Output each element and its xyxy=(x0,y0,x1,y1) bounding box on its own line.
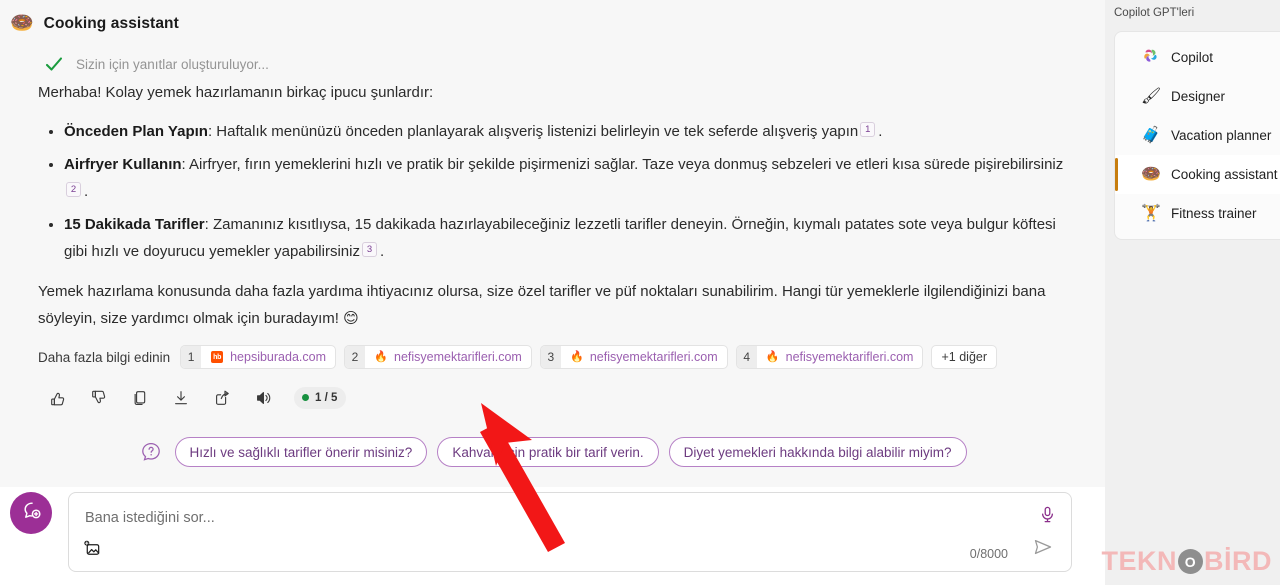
source-chip[interactable]: 1 hb hepsiburada.com xyxy=(180,345,336,369)
copy-icon[interactable] xyxy=(126,384,153,411)
message-closing: Yemek hazırlama konusunda daha fazla yar… xyxy=(38,283,1046,327)
tip-title: Airfryer Kullanın xyxy=(64,156,182,173)
tip-text: : Airfryer, fırın yemeklerini hızlı ve p… xyxy=(181,156,1064,173)
character-counter: 0/8000 xyxy=(969,547,1008,561)
sidebar-item-label: Fitness trainer xyxy=(1171,206,1257,221)
response-pager[interactable]: 1 / 5 xyxy=(294,386,347,409)
source-index: 4 xyxy=(736,346,757,368)
source-domain: nefisyemektarifleri.com xyxy=(589,350,718,364)
status-text: Sizin için yanıtlar oluşturuluyor... xyxy=(76,56,269,72)
source-domain: nefisyemektarifleri.com xyxy=(785,350,914,364)
search-input[interactable]: Bana istediğini sor... xyxy=(85,510,215,526)
agent-header: 🍩 Cooking assistant xyxy=(10,14,179,33)
source-index: 1 xyxy=(181,346,202,368)
suggestion-chip[interactable]: Hızlı ve sağlıklı tarifler önerir misini… xyxy=(174,437,428,467)
watermark-o-icon: O xyxy=(1178,549,1203,574)
suggestion-chip[interactable]: Diyet yemekleri hakkında bilgi alabilir … xyxy=(668,437,967,467)
suggestion-chip[interactable]: Kahvaltı için pratik bir tarif verin. xyxy=(437,437,659,467)
question-mark-icon[interactable] xyxy=(139,440,163,464)
citation-badge[interactable]: 2 xyxy=(66,182,81,197)
sources-label: Daha fazla bilgi edinin xyxy=(38,349,171,365)
donut-icon: 🍩 xyxy=(1141,165,1161,183)
sidebar-item-fitness-trainer[interactable]: 🏋 Fitness trainer xyxy=(1115,194,1280,233)
sidebar-item-copilot[interactable]: Copilot xyxy=(1115,38,1280,77)
tip-tail: . xyxy=(379,243,385,260)
message-actions-toolbar: 1 / 5 xyxy=(44,384,347,411)
sidebar-item-label: Copilot xyxy=(1171,50,1214,65)
designer-brush-icon: 🖌 xyxy=(1141,87,1162,105)
nefisyemektarifleri-favicon: 🔥 xyxy=(374,350,388,363)
speaker-icon[interactable] xyxy=(249,384,276,411)
suggestions-row: Hızlı ve sağlıklı tarifler önerir misini… xyxy=(0,437,1105,467)
tip-text: : Zamanınız kısıtlıysa, 15 dakikada hazı… xyxy=(64,216,1056,260)
generation-status: Sizin için yanıtlar oluşturuluyor... xyxy=(44,54,269,74)
nefisyemektarifleri-favicon: 🔥 xyxy=(765,350,780,363)
sidebar-item-designer[interactable]: 🖌 Designer xyxy=(1115,77,1280,116)
share-icon[interactable] xyxy=(208,384,235,411)
source-domain: hepsiburada.com xyxy=(230,350,326,364)
nefisyemektarifleri-favicon: 🔥 xyxy=(569,350,584,363)
copilot-logo-icon xyxy=(1141,47,1159,68)
pager-label: 1 / 5 xyxy=(315,391,338,404)
tips-list: Önceden Plan Yapın: Haftalık menünüzü ön… xyxy=(38,118,1073,271)
green-check-icon xyxy=(44,54,64,74)
sidebar-item-cooking-assistant[interactable]: 🍩 Cooking assistant xyxy=(1115,155,1280,194)
message-intro: Merhaba! Kolay yemek hazırlamanın birkaç… xyxy=(38,84,434,101)
thumbs-down-icon[interactable] xyxy=(85,384,112,411)
send-icon[interactable] xyxy=(1031,535,1055,564)
tip-tail: . xyxy=(878,123,883,140)
source-index: 2 xyxy=(345,346,365,368)
hepsiburada-favicon: hb xyxy=(208,351,226,363)
suitcase-icon: 🧳 xyxy=(1141,126,1161,144)
microphone-icon[interactable] xyxy=(1038,505,1057,529)
donut-icon: 🍩 xyxy=(10,13,34,34)
gpt-list: Copilot 🖌 Designer 🧳 Vacation planner 🍩 … xyxy=(1114,31,1280,240)
watermark-logo: TEKN O BİRD xyxy=(1102,546,1273,577)
more-sources-chip[interactable]: +1 diğer xyxy=(931,345,998,369)
watermark-part1: TEKN xyxy=(1101,546,1177,576)
list-item: Önceden Plan Yapın: Haftalık menünüzü ön… xyxy=(64,118,1073,145)
dumbbell-icon: 🏋 xyxy=(1141,204,1161,222)
tip-title: Önceden Plan Yapın xyxy=(64,123,208,140)
app-root: 🍩 Cooking assistant Sizin için yanıtlar … xyxy=(0,0,1280,585)
conversation-pane: 🍩 Cooking assistant Sizin için yanıtlar … xyxy=(0,0,1105,585)
sidebar-item-label: Vacation planner xyxy=(1171,128,1272,143)
page-title: Cooking assistant xyxy=(43,14,179,32)
tip-text: : Haftalık menünüzü önceden planlayarak … xyxy=(207,123,859,140)
citation-badge[interactable]: 1 xyxy=(860,122,876,137)
source-chip[interactable]: 2 🔥 nefisyemektarifleri.com xyxy=(344,345,532,369)
status-dot xyxy=(302,394,309,401)
thumbs-up-icon[interactable] xyxy=(44,384,71,411)
new-chat-icon xyxy=(20,499,43,527)
sources-row: Daha fazla bilgi edinin 1 hb hepsiburada… xyxy=(38,345,998,369)
new-chat-button[interactable] xyxy=(10,492,52,534)
sidebar-title: Copilot GPT'leri xyxy=(1114,7,1195,19)
source-index: 3 xyxy=(540,346,561,368)
watermark-part2: BİRD xyxy=(1204,546,1272,576)
download-icon[interactable] xyxy=(167,384,194,411)
sidebar-item-vacation-planner[interactable]: 🧳 Vacation planner xyxy=(1115,116,1280,155)
sidebar-item-label: Cooking assistant xyxy=(1171,167,1278,182)
list-item: 15 Dakikada Tarifler: Zamanınız kısıtlıy… xyxy=(64,211,1073,265)
tip-tail: . xyxy=(84,183,89,200)
sidebar-item-label: Designer xyxy=(1171,89,1226,104)
source-chip[interactable]: 4 🔥 nefisyemektarifleri.com xyxy=(735,345,924,369)
source-domain: nefisyemektarifleri.com xyxy=(394,350,522,364)
tip-title: 15 Dakikada Tarifler xyxy=(64,216,205,233)
gpt-sidebar: Copilot GPT'leri Copilot 🖌 Designer 🧳 Va… xyxy=(1105,0,1280,585)
list-item: Airfryer Kullanın: Airfryer, fırın yemek… xyxy=(64,151,1073,205)
citation-badge[interactable]: 3 xyxy=(361,242,377,257)
source-chip[interactable]: 3 🔥 nefisyemektarifleri.com xyxy=(539,345,728,369)
message-input-box[interactable]: Bana istediğini sor... 0/8000 xyxy=(68,492,1072,572)
add-image-icon[interactable] xyxy=(83,539,102,563)
